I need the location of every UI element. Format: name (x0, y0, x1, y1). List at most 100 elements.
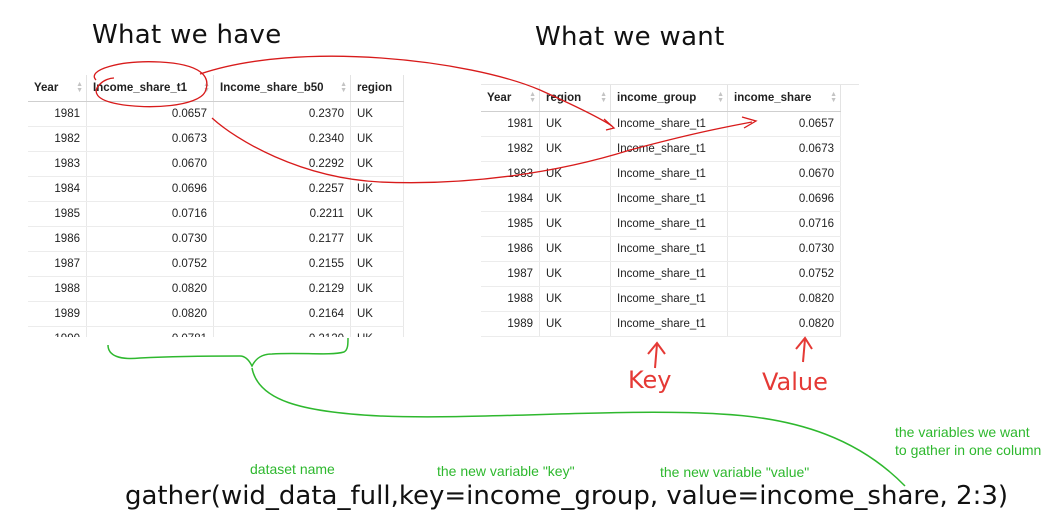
column-header-region[interactable]: region ▲ ▼ (539, 85, 611, 112)
table-row: 1988 0.0820 0.2129 UK (28, 276, 404, 302)
table-cell: UK (350, 201, 404, 227)
table-cell: 0.0657 (86, 101, 214, 127)
sort-icon[interactable]: ▲ ▼ (340, 81, 347, 94)
table-cell: 0.2292 (213, 151, 351, 177)
table-cell: 1988 (481, 286, 540, 312)
annotation-gather-variables: the variables we want to gather in one c… (895, 424, 1042, 458)
table-cell: 0.2257 (213, 176, 351, 202)
table-cell: Income_share_t1 (610, 211, 728, 237)
table-row: 1986 0.0730 0.2177 UK (28, 226, 404, 252)
table-cell: 0.2120 (213, 326, 351, 337)
table-cell: 0.0820 (86, 276, 214, 302)
table-cell: 1989 (481, 311, 540, 337)
table-cell: UK (350, 251, 404, 277)
column-header-year[interactable]: Year ▲ ▼ (481, 85, 540, 112)
table-row: 1987 UK Income_share_t1 0.0752 (481, 261, 841, 287)
table-cell: Income_share_t1 (610, 236, 728, 262)
table-cell: Income_share_t1 (610, 286, 728, 312)
column-header-year[interactable]: Year ▲ ▼ (28, 75, 87, 102)
table-cell: 0.2211 (213, 201, 351, 227)
table-cell: UK (539, 286, 611, 312)
table-cell: UK (539, 186, 611, 212)
green-brace (107, 337, 349, 368)
table-cell: UK (539, 211, 611, 237)
table-cell: 0.0752 (727, 261, 841, 287)
sort-icon[interactable]: ▲ ▼ (600, 91, 607, 104)
table-cell: 1983 (28, 151, 87, 177)
table-row: 1981 UK Income_share_t1 0.0657 (481, 111, 841, 137)
column-header-region[interactable]: region (350, 75, 404, 102)
column-header-income-group[interactable]: income_group ▲ ▼ (610, 85, 728, 112)
annotation-new-key-variable: the new variable "key" (437, 463, 575, 479)
table-cell: Income_share_t1 (610, 136, 728, 162)
table-row: 1985 UK Income_share_t1 0.0716 (481, 211, 841, 237)
column-header-income-share[interactable]: income_share ▲ ▼ (727, 85, 841, 112)
column-header-income-share-t1[interactable]: Income_share_t1 ▲ ▼ (86, 75, 214, 102)
table-cell: 1984 (28, 176, 87, 202)
table-row: 1987 0.0752 0.2155 UK (28, 251, 404, 277)
key-up-arrow (647, 341, 666, 369)
table-cell: 0.0716 (86, 201, 214, 227)
sort-icon[interactable]: ▲ ▼ (76, 81, 83, 94)
table-cell: 1982 (481, 136, 540, 162)
table-cell: 0.0820 (727, 311, 841, 337)
sort-icon[interactable]: ▲ ▼ (717, 91, 724, 104)
left-table-viewport[interactable]: Year ▲ ▼ Income_share_t1 ▲ ▼ Income_share_b5… (28, 75, 408, 337)
table-cell: 1985 (28, 201, 87, 227)
table-cell: 1985 (481, 211, 540, 237)
table-cell: 1981 (28, 101, 87, 127)
column-header-income-share-b50[interactable]: Income_share_b50 ▲ ▼ (213, 75, 351, 102)
table-row: 1986 UK Income_share_t1 0.0730 (481, 236, 841, 262)
table-cell: UK (350, 126, 404, 152)
table-cell: 0.0673 (86, 126, 214, 152)
table-cell: 0.2155 (213, 251, 351, 277)
table-row: 1984 UK Income_share_t1 0.0696 (481, 186, 841, 212)
table-cell: 0.0670 (727, 161, 841, 187)
table-row: 1984 0.0696 0.2257 UK (28, 176, 404, 202)
table-cell: Income_share_t1 (610, 311, 728, 337)
table-cell: 1989 (28, 301, 87, 327)
table-cell: 0.0696 (727, 186, 841, 212)
table-row: 1982 0.0673 0.2340 UK (28, 126, 404, 152)
table-cell: 1987 (28, 251, 87, 277)
table-row: 1989 UK Income_share_t1 0.0820 (481, 311, 841, 337)
table-cell: 0.0657 (727, 111, 841, 137)
table-cell: 0.0752 (86, 251, 214, 277)
table-cell: Income_share_t1 (610, 261, 728, 287)
table-cell: 1987 (481, 261, 540, 287)
table-cell: 0.2370 (213, 101, 351, 127)
table-row: 1982 UK Income_share_t1 0.0673 (481, 136, 841, 162)
sort-icon[interactable]: ▲ ▼ (529, 91, 536, 104)
value-label: Value (762, 368, 828, 396)
table-cell: UK (350, 276, 404, 302)
table-cell: UK (350, 226, 404, 252)
table-cell: 1984 (481, 186, 540, 212)
table-row: 19900.07810.2120UK (28, 326, 404, 337)
table-cell: UK (350, 326, 404, 337)
table-cell: 1990 (28, 326, 87, 337)
table-cell: UK (539, 111, 611, 137)
table-cell: UK (350, 151, 404, 177)
sort-icon[interactable]: ▲ ▼ (830, 91, 837, 104)
table-cell: 0.2164 (213, 301, 351, 327)
table-cell: UK (539, 261, 611, 287)
right-table-viewport[interactable]: Year ▲ ▼ region ▲ ▼ income_group ▲ ▼ income_sh… (481, 85, 861, 339)
heading-what-we-want: What we want (535, 22, 725, 52)
value-up-arrow (795, 336, 813, 363)
table-cell: Income_share_t1 (610, 161, 728, 187)
table-cell: 0.0716 (727, 211, 841, 237)
sort-icon[interactable]: ▲ ▼ (203, 81, 210, 94)
table-cell: 1982 (28, 126, 87, 152)
table-row: 1989 0.0820 0.2164 UK (28, 301, 404, 327)
table-cell: 0.2129 (213, 276, 351, 302)
table-row: 1983 UK Income_share_t1 0.0670 (481, 161, 841, 187)
table-cell: 0.0670 (86, 151, 214, 177)
table-row: 1985 0.0716 0.2211 UK (28, 201, 404, 227)
table-cell: 1988 (28, 276, 87, 302)
table-cell: 0.0820 (86, 301, 214, 327)
table-cell: Income_share_t1 (610, 111, 728, 137)
key-label: Key (628, 366, 672, 394)
table-cell: 0.0820 (727, 286, 841, 312)
table-cell: 1981 (481, 111, 540, 137)
table-cell: 1983 (481, 161, 540, 187)
